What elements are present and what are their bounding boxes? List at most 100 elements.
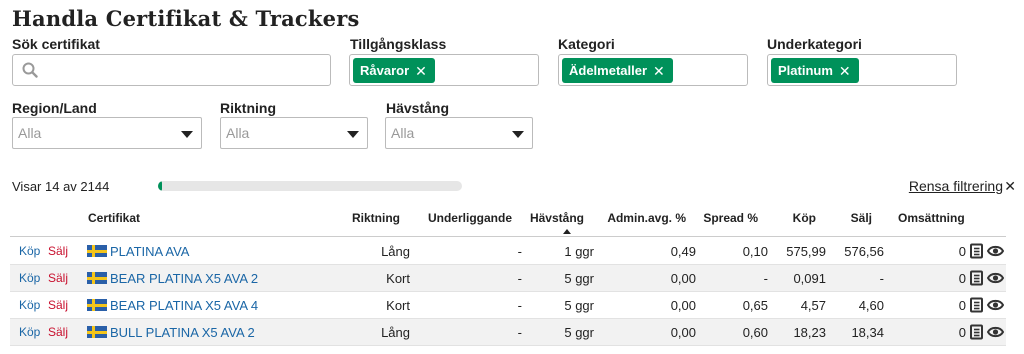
category-field[interactable]: Ädelmetaller ✕ bbox=[558, 54, 748, 86]
cell-omsattning: 0 bbox=[958, 325, 966, 340]
cell-kop: 18,23 bbox=[793, 325, 826, 340]
close-icon[interactable]: ✕ bbox=[653, 64, 665, 78]
header-riktning[interactable]: Riktning bbox=[330, 211, 400, 225]
sell-link[interactable]: Sälj bbox=[48, 298, 68, 312]
category-tag-label: Ädelmetaller bbox=[569, 63, 648, 78]
swedish-flag-icon bbox=[87, 299, 107, 311]
table-header-divider bbox=[10, 236, 1006, 237]
cell-underliggande: - bbox=[517, 298, 522, 313]
subcategory-label: Underkategori bbox=[767, 36, 862, 52]
leverage-value: Alla bbox=[391, 125, 415, 141]
subcategory-field[interactable]: Platinum ✕ bbox=[767, 54, 957, 86]
region-value: Alla bbox=[18, 125, 42, 141]
direction-select[interactable]: Alla bbox=[220, 117, 368, 149]
header-salj[interactable]: Sälj bbox=[828, 211, 872, 225]
header-kop[interactable]: Köp bbox=[774, 211, 816, 225]
cell-omsattning: 0 bbox=[958, 298, 966, 313]
results-progress-bar bbox=[158, 181, 462, 191]
header-underliggande[interactable]: Underliggande bbox=[412, 211, 512, 225]
cell-underliggande: - bbox=[517, 244, 522, 259]
subcategory-tag-label: Platinum bbox=[778, 63, 833, 78]
swedish-flag-icon bbox=[87, 272, 107, 284]
page-title: Handla Certifikat & Trackers bbox=[12, 6, 360, 31]
eye-icon[interactable] bbox=[987, 270, 1004, 286]
asset-class-tag-label: Råvaror bbox=[360, 63, 410, 78]
search-label: Sök certifikat bbox=[12, 36, 100, 52]
cell-salj: 576,56 bbox=[844, 244, 884, 259]
cell-underliggande: - bbox=[517, 325, 522, 340]
table-row: Köp Sälj PLATINA AVA Lång - 1 ggr 0,49 0… bbox=[10, 238, 1006, 265]
close-icon[interactable]: ✕ bbox=[415, 64, 427, 78]
close-icon[interactable]: ✕ bbox=[839, 64, 851, 78]
eye-icon[interactable] bbox=[987, 324, 1004, 340]
cell-admin-fee: 0,00 bbox=[670, 325, 696, 340]
cell-admin-fee: 0,49 bbox=[670, 244, 696, 259]
table-row: Köp Sälj BEAR PLATINA X5 AVA 4 Kort - 5 … bbox=[10, 292, 1006, 319]
cell-havstang: 5 ggr bbox=[564, 298, 594, 313]
search-icon bbox=[22, 62, 38, 78]
certificate-name[interactable]: BEAR PLATINA X5 AVA 2 bbox=[110, 271, 258, 286]
certificate-name[interactable]: BEAR PLATINA X5 AVA 4 bbox=[110, 298, 258, 313]
cell-riktning: Lång bbox=[381, 325, 410, 340]
document-icon[interactable] bbox=[969, 324, 985, 340]
sell-link[interactable]: Sälj bbox=[48, 271, 68, 285]
swedish-flag-icon bbox=[87, 326, 107, 338]
certificate-name[interactable]: PLATINA AVA bbox=[110, 244, 189, 259]
close-icon[interactable]: ✕ bbox=[1004, 178, 1016, 195]
caret-down-icon bbox=[512, 131, 524, 138]
cell-riktning: Kort bbox=[386, 271, 410, 286]
leverage-label: Hävstång bbox=[386, 100, 450, 116]
cell-spread: 0,60 bbox=[742, 325, 768, 340]
certificate-name[interactable]: BULL PLATINA X5 AVA 2 bbox=[110, 325, 255, 340]
table-row: Köp Sälj BULL PLATINA X5 AVA 2 Lång - 5 … bbox=[10, 319, 1006, 346]
header-certifikat[interactable]: Certifikat bbox=[88, 211, 140, 225]
cell-omsattning: 0 bbox=[958, 244, 966, 259]
header-havstang[interactable]: Hävstång bbox=[522, 211, 584, 225]
results-count: Visar 14 av 2144 bbox=[12, 179, 110, 194]
caret-down-icon bbox=[347, 131, 359, 138]
cell-kop: 4,57 bbox=[800, 298, 826, 313]
buy-link[interactable]: Köp bbox=[19, 244, 40, 258]
leverage-select[interactable]: Alla bbox=[385, 117, 533, 149]
category-tag[interactable]: Ädelmetaller ✕ bbox=[562, 58, 673, 83]
buy-link[interactable]: Köp bbox=[19, 298, 40, 312]
cell-riktning: Lång bbox=[381, 244, 410, 259]
cell-havstang: 1 ggr bbox=[564, 244, 594, 259]
cell-admin-fee: 0,00 bbox=[670, 298, 696, 313]
region-label: Region/Land bbox=[12, 100, 97, 116]
header-admin-fee[interactable]: Admin.avg. % bbox=[594, 211, 686, 225]
buy-link[interactable]: Köp bbox=[19, 271, 40, 285]
asset-class-label: Tillgångsklass bbox=[350, 36, 447, 52]
search-input[interactable] bbox=[12, 54, 331, 86]
eye-icon[interactable] bbox=[987, 297, 1004, 313]
direction-label: Riktning bbox=[220, 100, 276, 116]
cell-underliggande: - bbox=[517, 271, 522, 286]
cell-spread: 0,65 bbox=[742, 298, 768, 313]
eye-icon[interactable] bbox=[987, 243, 1004, 259]
document-icon[interactable] bbox=[969, 270, 985, 286]
region-select[interactable]: Alla bbox=[12, 117, 202, 149]
results-progress-fill bbox=[158, 181, 162, 191]
document-icon[interactable] bbox=[969, 297, 985, 313]
cell-spread: 0,10 bbox=[742, 244, 768, 259]
clear-filter-link[interactable]: Rensa filtrering bbox=[909, 178, 1003, 194]
cell-salj: 18,34 bbox=[851, 325, 884, 340]
cell-kop: 0,091 bbox=[793, 271, 826, 286]
buy-link[interactable]: Köp bbox=[19, 325, 40, 339]
subcategory-tag[interactable]: Platinum ✕ bbox=[771, 58, 859, 83]
document-icon[interactable] bbox=[969, 243, 985, 259]
category-label: Kategori bbox=[558, 36, 615, 52]
sell-link[interactable]: Sälj bbox=[48, 325, 68, 339]
asset-class-field[interactable]: Råvaror ✕ bbox=[349, 54, 539, 86]
cell-kop: 575,99 bbox=[786, 244, 826, 259]
cell-salj: - bbox=[879, 271, 884, 286]
sort-ascending-icon bbox=[563, 229, 571, 234]
swedish-flag-icon bbox=[87, 245, 107, 257]
cell-omsattning: 0 bbox=[958, 271, 966, 286]
header-omsattning[interactable]: Omsättning bbox=[898, 211, 965, 225]
header-spread[interactable]: Spread % bbox=[694, 211, 758, 225]
sell-link[interactable]: Sälj bbox=[48, 244, 68, 258]
caret-down-icon bbox=[181, 131, 193, 138]
asset-class-tag[interactable]: Råvaror ✕ bbox=[353, 58, 435, 83]
table-row: Köp Sälj BEAR PLATINA X5 AVA 2 Kort - 5 … bbox=[10, 265, 1006, 292]
